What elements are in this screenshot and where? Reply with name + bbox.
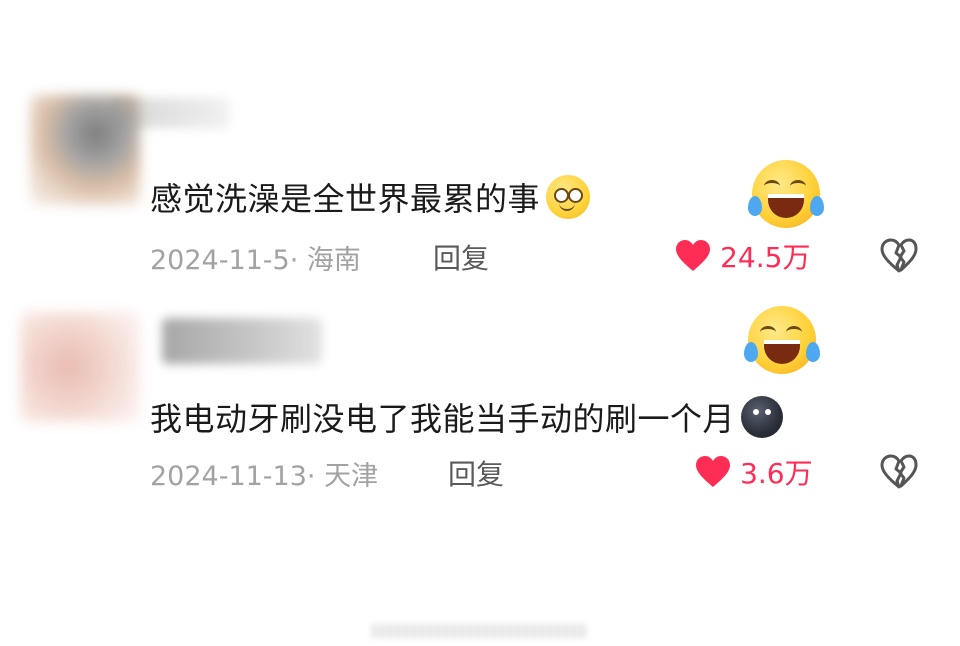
smiling-face-emoji — [546, 175, 591, 219]
broken-heart-icon[interactable] — [880, 238, 918, 274]
comment-text-content: 我电动牙刷没电了我能当手动的刷一个月 — [150, 400, 736, 438]
laughing-tears-emoji — [748, 160, 824, 228]
heart-icon — [676, 240, 710, 271]
username-redacted[interactable] — [162, 318, 322, 364]
comment-text: 感觉洗澡是全世界最累的事 — [150, 174, 591, 223]
like-button[interactable]: 3.6万 — [695, 452, 813, 492]
comment-list: 感觉洗澡是全世界最累的事 2024-11-5· 海南 回复 24.5万 我电动牙… — [0, 0, 960, 646]
comment-date-location: 2024-11-13· 天津 — [150, 461, 379, 492]
like-button[interactable]: 24.5万 — [675, 236, 810, 276]
reply-button[interactable]: 回复 — [433, 237, 489, 277]
avatar[interactable] — [20, 312, 140, 422]
dark-face-emoji — [741, 396, 784, 438]
comment-date-location: 2024-11-5· 海南 — [150, 245, 361, 276]
username-redacted[interactable] — [110, 98, 230, 128]
like-count: 24.5万 — [720, 241, 811, 274]
reply-button[interactable]: 回复 — [448, 453, 504, 493]
laughing-tears-emoji — [744, 306, 820, 374]
heart-icon — [696, 456, 730, 487]
broken-heart-icon[interactable] — [880, 454, 918, 490]
watermark-blur — [372, 624, 588, 638]
comment-text-content: 感觉洗澡是全世界最累的事 — [150, 180, 541, 218]
comment-text: 我电动牙刷没电了我能当手动的刷一个月 — [150, 394, 784, 442]
like-count: 3.6万 — [740, 457, 813, 490]
